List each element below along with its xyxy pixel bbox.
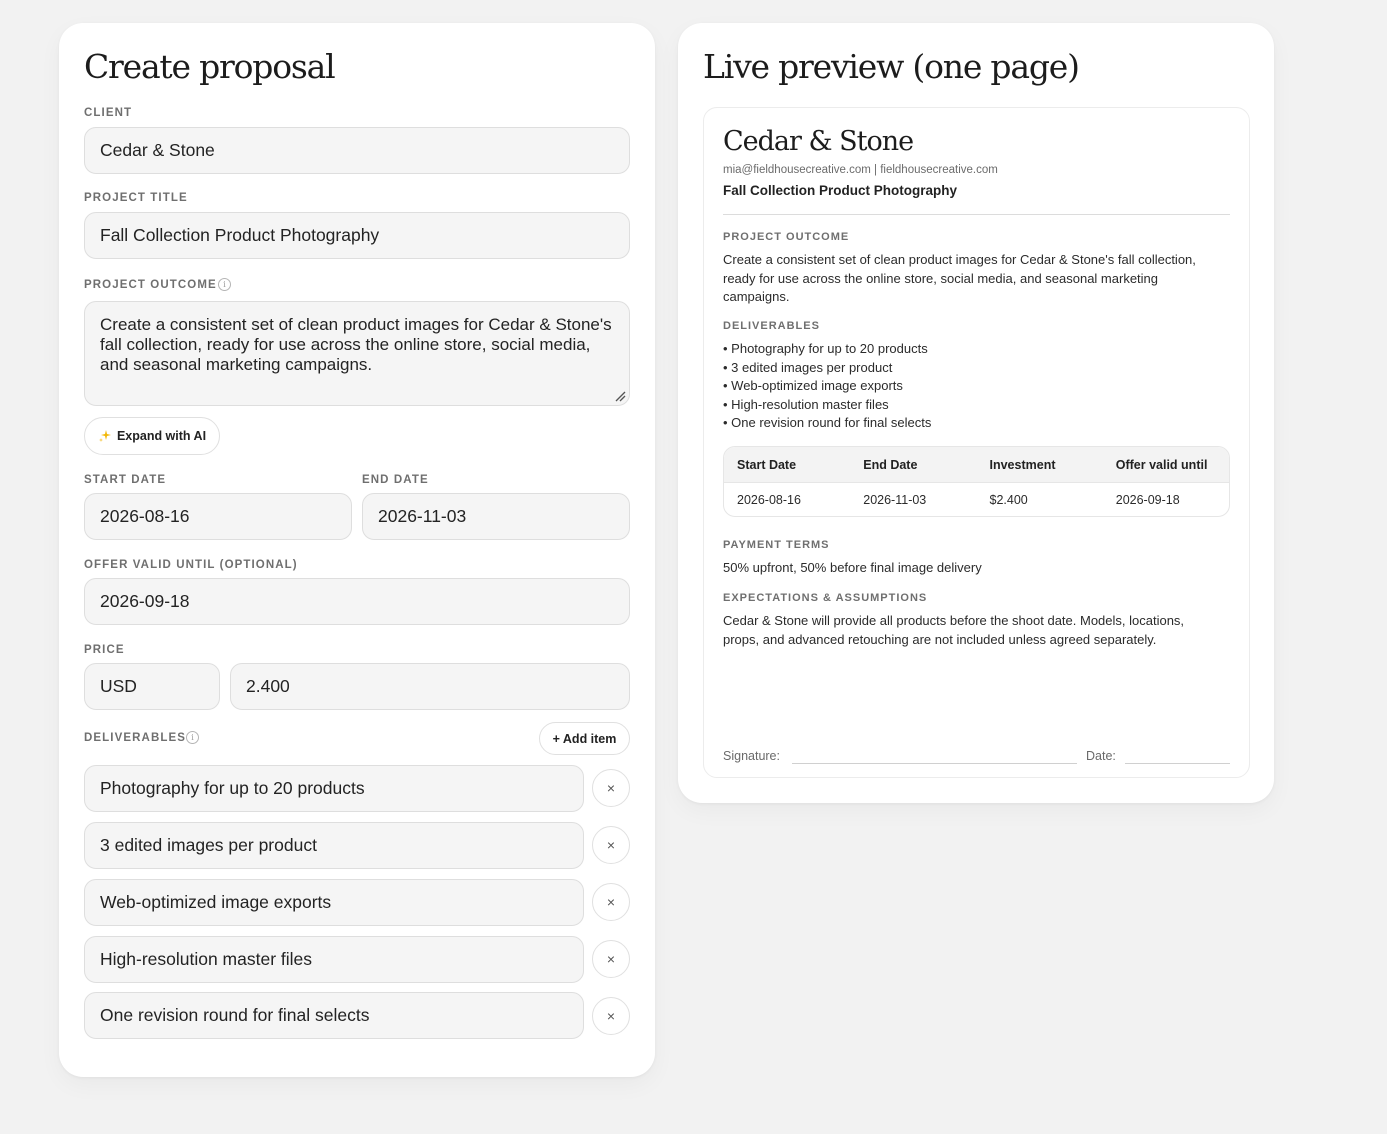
remove-deliverable-button[interactable]: × — [592, 883, 630, 921]
client-input-value: Cedar & Stone — [100, 140, 215, 160]
close-icon: × — [606, 780, 616, 796]
start-date-label: START DATE — [84, 474, 167, 486]
date-label: Date: — [1086, 749, 1116, 763]
table-cell: $2.400 — [989, 493, 1028, 507]
end-date-value: 2026-11-03 — [378, 506, 467, 526]
doc-expectations-text: Cedar & Stone will provide all products … — [723, 613, 1185, 647]
proposal-document: Cedar & Stone mia@fieldhousecreative.com… — [703, 107, 1250, 778]
close-icon: × — [606, 894, 616, 910]
doc-payment-label: PAYMENT TERMS — [723, 539, 830, 551]
offer-valid-value: 2026-09-18 — [100, 591, 190, 611]
doc-outcome-label: PROJECT OUTCOME — [723, 231, 850, 243]
project-outcome-textarea[interactable]: Create a consistent set of clean product… — [84, 301, 630, 406]
expand-with-ai-button[interactable]: Expand with AI — [84, 417, 220, 455]
live-preview-panel: Live preview (one page) Cedar & Stone mi… — [678, 23, 1274, 803]
price-input[interactable]: 2.400 — [230, 663, 630, 710]
deliverable-input-1[interactable]: Photography for up to 20 products — [84, 765, 584, 812]
deliverable-input-4[interactable]: High-resolution master files — [84, 936, 584, 983]
doc-client-name: Cedar & Stone — [723, 126, 914, 157]
doc-contact-info: mia@fieldhousecreative.com | fieldhousec… — [723, 164, 998, 176]
table-header-cell: Investment — [989, 457, 1056, 472]
doc-deliverables-list: • Photography for up to 20 products • 3 … — [723, 340, 931, 433]
form-title: Create proposal — [84, 47, 336, 86]
end-date-label: END DATE — [362, 474, 429, 486]
close-icon: × — [606, 1008, 616, 1024]
table-row: 2026-08-16 2026-11-03 $2.400 2026-09-18 — [724, 482, 1229, 516]
table-cell: 2026-11-03 — [863, 493, 927, 507]
table-cell: 2026-09-18 — [1115, 493, 1180, 507]
deliverable-value: One revision round for final selects — [100, 1005, 370, 1025]
table-cell: 2026-08-16 — [737, 493, 801, 507]
table-header-cell: Start Date — [737, 457, 797, 472]
outcome-info-icon[interactable]: i — [218, 278, 231, 291]
price-label: PRICE — [84, 644, 125, 656]
doc-deliverables-label: DELIVERABLES — [723, 320, 820, 332]
deliverables-label: DELIVERABLES — [84, 732, 187, 744]
deliverable-value: Photography for up to 20 products — [100, 778, 365, 798]
currency-select[interactable]: USD — [84, 663, 220, 710]
doc-summary-table: Start Date End Date Investment Offer val… — [723, 446, 1230, 517]
deliverable-input-3[interactable]: Web-optimized image exports — [84, 879, 584, 926]
start-date-input[interactable]: 2026-08-16 — [84, 493, 352, 540]
remove-deliverable-button[interactable]: × — [592, 769, 630, 807]
deliverables-info-icon[interactable]: i — [186, 731, 199, 744]
end-date-input[interactable]: 2026-11-03 — [362, 493, 630, 540]
currency-value: USD — [100, 676, 137, 696]
remove-deliverable-button[interactable]: × — [592, 826, 630, 864]
table-header-row: Start Date End Date Investment Offer val… — [724, 447, 1229, 482]
list-item: • Photography for up to 20 products — [723, 341, 928, 356]
deliverable-value: High-resolution master files — [100, 949, 313, 969]
client-input[interactable]: Cedar & Stone — [84, 127, 630, 174]
client-label: CLIENT — [84, 107, 133, 119]
doc-project-title: Fall Collection Product Photography — [723, 183, 958, 198]
signature-line — [792, 763, 1077, 764]
remove-deliverable-button[interactable]: × — [592, 940, 630, 978]
project-title-input[interactable]: Fall Collection Product Photography — [84, 212, 630, 259]
create-proposal-panel: Create proposal CLIENT Cedar & Stone PRO… — [59, 23, 655, 1077]
start-date-value: 2026-08-16 — [100, 506, 190, 526]
project-title-input-value: Fall Collection Product Photography — [100, 225, 380, 245]
expand-with-ai-label: Expand with AI — [116, 429, 207, 443]
table-header-cell: End Date — [863, 457, 918, 472]
close-icon: × — [606, 951, 616, 967]
date-line — [1125, 763, 1230, 764]
offer-valid-input[interactable]: 2026-09-18 — [84, 578, 630, 625]
deliverable-value: Web-optimized image exports — [100, 892, 332, 912]
list-item: • Web-optimized image exports — [723, 378, 903, 394]
project-outcome-text: Create a consistent set of clean product… — [100, 315, 612, 374]
list-item: • One revision round for final selects — [723, 415, 932, 431]
signature-label: Signature: — [723, 749, 780, 763]
add-item-label: + Add item — [552, 731, 617, 746]
resize-handle-icon[interactable] — [614, 390, 626, 402]
add-item-button[interactable]: + Add item — [539, 722, 630, 755]
remove-deliverable-button[interactable]: × — [592, 997, 630, 1035]
price-value: 2.400 — [246, 676, 290, 696]
sparkles-icon — [98, 430, 111, 442]
doc-expectations-label: EXPECTATIONS & ASSUMPTIONS — [723, 592, 928, 604]
project-title-label: PROJECT TITLE — [84, 192, 188, 204]
list-item: • 3 edited images per product — [723, 359, 893, 375]
doc-outcome-text: Create a consistent set of clean product… — [723, 252, 1196, 305]
project-outcome-label: PROJECT OUTCOME — [84, 279, 217, 291]
deliverable-input-2[interactable]: 3 edited images per product — [84, 822, 584, 869]
doc-payment-text: 50% upfront, 50% before final image deli… — [723, 560, 982, 575]
deliverable-input-5[interactable]: One revision round for final selects — [84, 992, 584, 1039]
table-header-cell: Offer valid until — [1115, 457, 1208, 472]
preview-title: Live preview (one page) — [703, 47, 1080, 86]
offer-valid-label: OFFER VALID UNTIL (OPTIONAL) — [84, 559, 298, 571]
deliverable-value: 3 edited images per product — [100, 835, 317, 855]
list-item: • High-resolution master files — [723, 396, 889, 412]
close-icon: × — [606, 837, 616, 853]
divider — [723, 214, 1230, 215]
